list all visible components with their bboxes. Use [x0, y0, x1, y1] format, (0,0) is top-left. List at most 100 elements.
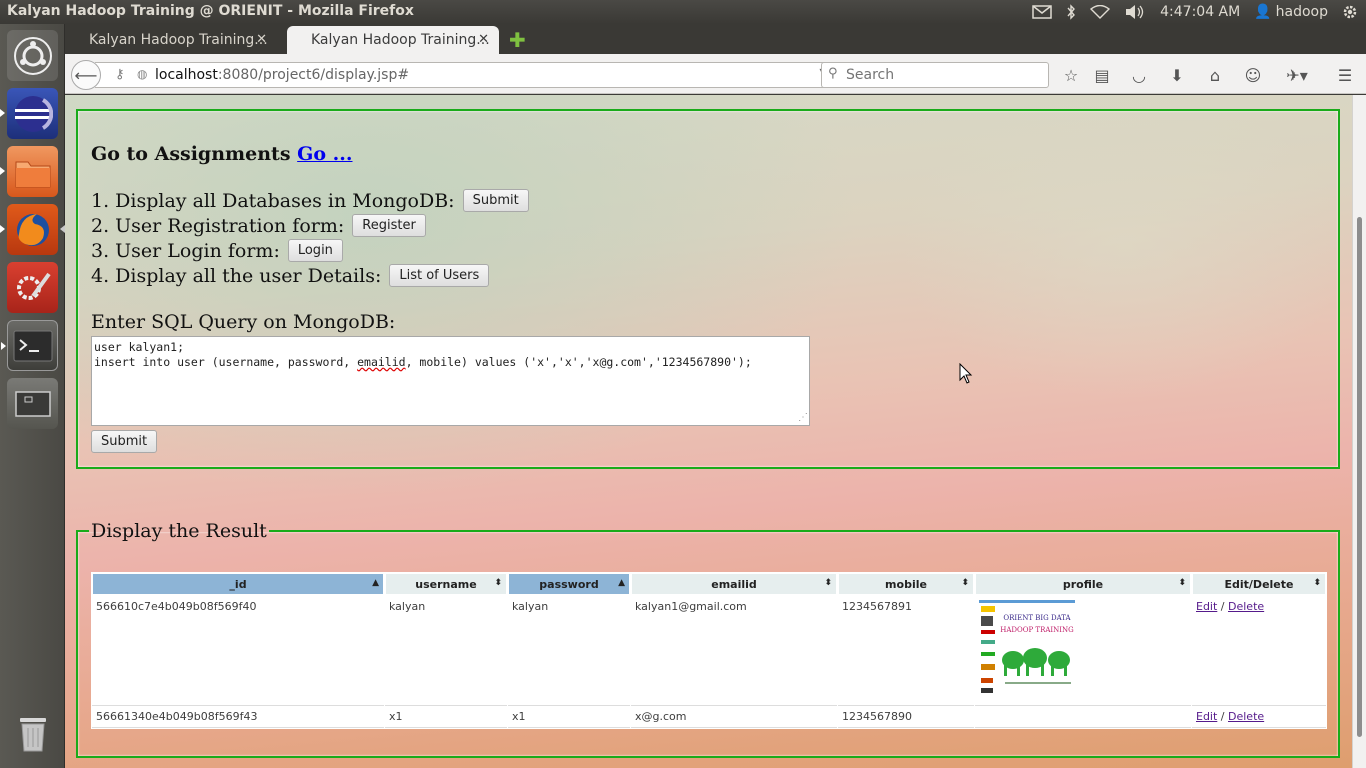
edit-link[interactable]: Edit — [1196, 710, 1217, 723]
back-button[interactable]: ⟵ — [71, 60, 101, 90]
pocket-icon[interactable]: ◡ — [1128, 64, 1150, 86]
cell-profile: ORIENT BIG DATA HADOOP TRAINING — [975, 596, 1191, 706]
mouse-cursor-icon — [959, 363, 973, 384]
user-icon: 👤 — [1254, 4, 1272, 20]
column-header-mobile[interactable]: mobile ⬍ — [838, 573, 974, 595]
sort-icon: ⬍ — [824, 578, 832, 588]
dash-icon[interactable] — [7, 30, 58, 81]
download-icon[interactable]: ⬇ — [1166, 64, 1188, 86]
close-icon[interactable]: ✕ — [478, 32, 489, 47]
chat-icon[interactable]: ☺ — [1242, 64, 1264, 86]
menu-line-label: 2. User Registration form: — [91, 214, 345, 237]
wifi-icon[interactable] — [1090, 5, 1111, 19]
column-header-edit-delete[interactable]: Edit/Delete ⬍ — [1192, 573, 1326, 595]
trash-icon[interactable] — [7, 708, 58, 759]
bluetooth-icon[interactable] — [1066, 4, 1076, 20]
column-header-id[interactable]: _id ▲ — [92, 573, 384, 595]
register-button[interactable]: Register — [352, 214, 426, 237]
close-icon[interactable]: ✕ — [256, 32, 267, 47]
profile-image: ORIENT BIG DATA HADOOP TRAINING — [979, 600, 1075, 696]
menu-line-label: 3. User Login form: — [91, 239, 280, 262]
edit-link[interactable]: Edit — [1196, 600, 1217, 613]
sort-icon: ⬍ — [961, 578, 969, 588]
workspace-switcher-icon[interactable] — [7, 378, 58, 429]
tab-strip: Kalyan Hadoop Training... ✕ Kalyan Hadoo… — [65, 24, 1366, 54]
column-header-profile[interactable]: profile ⬍ — [975, 573, 1191, 595]
sql-line-1: user kalyan1; — [94, 340, 185, 354]
sql-submit-button[interactable]: Submit — [91, 430, 158, 453]
delete-link[interactable]: Delete — [1228, 600, 1264, 613]
new-tab-icon[interactable]: ✚ — [509, 28, 526, 52]
sort-icon: ⬍ — [1178, 578, 1186, 588]
firefox-icon[interactable] — [0, 204, 65, 255]
cell-username: kalyan — [385, 596, 507, 706]
menu-icon[interactable]: ☰ — [1334, 64, 1356, 86]
reading-list-icon[interactable]: ▤ — [1091, 64, 1113, 86]
cell-mobile: 1234567890 — [838, 707, 974, 728]
menu-line-label: 1. Display all Databases in MongoDB: — [91, 189, 455, 212]
search-bar[interactable]: ⚲ — [821, 62, 1049, 88]
result-legend: Display the Result — [91, 520, 267, 542]
cell-password: kalyan — [508, 596, 630, 706]
login-button[interactable]: Login — [287, 239, 343, 262]
sort-asc-icon: ▲ — [372, 578, 379, 588]
profile-title-2: HADOOP TRAINING — [1000, 626, 1074, 634]
bookmark-star-icon[interactable]: ☆ — [1060, 64, 1082, 86]
scroll-thumb[interactable] — [1357, 217, 1362, 737]
cell-username: x1 — [385, 707, 507, 728]
sort-icon: ⬍ — [494, 578, 502, 588]
menu-line-label: 4. Display all the user Details: — [91, 264, 382, 287]
action-separator: / — [1217, 710, 1229, 723]
menu-line-2: 2. User Registration form: Register — [91, 214, 426, 237]
terminal-icon[interactable] — [1, 320, 58, 371]
column-header-username[interactable]: username ⬍ — [385, 573, 507, 595]
menu-line-1: 1. Display all Databases in MongoDB: Sub… — [91, 189, 529, 212]
home-icon[interactable]: ⌂ — [1204, 64, 1226, 86]
action-separator: / — [1217, 600, 1229, 613]
extension-icon[interactable]: ✈▾ — [1280, 64, 1314, 86]
result-table: _id ▲ username ⬍ password ▲ emailid ⬍ mobile… — [91, 572, 1327, 729]
cell-mobile: 1234567891 — [838, 596, 974, 706]
heading-text: Go to Assignments — [91, 143, 291, 165]
user-name: hadoop — [1275, 4, 1328, 20]
volume-icon[interactable] — [1124, 4, 1146, 20]
page-scrollbar[interactable] — [1352, 95, 1366, 768]
column-header-emailid[interactable]: emailid ⬍ — [631, 573, 837, 595]
settings-icon[interactable] — [7, 262, 58, 313]
go-link[interactable]: Go ... — [297, 143, 352, 165]
table-row: 566610c7e4b049b08f569f40 kalyan kalyan k… — [92, 596, 1326, 706]
list-users-button[interactable]: List of Users — [389, 264, 490, 287]
sql-textarea[interactable]: user kalyan1; insert into user (username,… — [91, 336, 810, 426]
window-title: Kalyan Hadoop Training @ ORIENIT - Mozil… — [7, 3, 414, 19]
files-icon[interactable] — [0, 146, 58, 197]
delete-link[interactable]: Delete — [1228, 710, 1264, 723]
sort-asc-icon: ▲ — [618, 578, 625, 588]
globe-icon[interactable]: ◍ — [137, 67, 147, 81]
table-header-row: _id ▲ username ⬍ password ▲ emailid ⬍ mobile… — [92, 573, 1326, 595]
sql-line-2: insert into user (username, password, em… — [94, 355, 752, 369]
resize-grip-icon[interactable]: ⋰ — [798, 410, 808, 425]
column-header-password[interactable]: password ▲ — [508, 573, 630, 595]
table-row: 56661340e4b049b08f569f43 x1 x1 x@g.com 1… — [92, 707, 1326, 728]
cell-id: 566610c7e4b049b08f569f40 — [92, 596, 384, 706]
key-icon[interactable]: ⚷ — [115, 67, 125, 82]
url-bar[interactable]: ⚷ ◍ localhost:8080/project6/display.jsp#… — [95, 62, 849, 88]
tab-2[interactable]: Kalyan Hadoop Training... ✕ — [287, 26, 499, 54]
mail-icon[interactable] — [1032, 5, 1052, 19]
search-input[interactable] — [846, 66, 1041, 84]
eclipse-icon[interactable] — [0, 88, 58, 139]
cell-emailid: x@g.com — [631, 707, 837, 728]
clock[interactable]: 4:47:04 AM — [1160, 4, 1240, 20]
tab-label: Kalyan Hadoop Training... — [311, 32, 490, 48]
back-arrow-icon: ⟵ — [74, 65, 98, 85]
url-text[interactable]: localhost:8080/project6/display.jsp# — [155, 67, 409, 83]
profile-title-1: ORIENT BIG DATA — [1003, 614, 1071, 622]
tab-1[interactable]: Kalyan Hadoop Training... ✕ — [65, 26, 277, 54]
tab-label: Kalyan Hadoop Training... — [89, 32, 268, 48]
gear-icon[interactable] — [1342, 4, 1358, 20]
sql-label: Enter SQL Query on MongoDB: — [91, 311, 396, 333]
display-databases-button[interactable]: Submit — [462, 189, 529, 212]
menu-line-4: 4. Display all the user Details: List of… — [91, 264, 490, 287]
nav-bar: ⚷ ◍ localhost:8080/project6/display.jsp#… — [65, 54, 1366, 94]
user-menu[interactable]: 👤 hadoop — [1254, 4, 1328, 20]
